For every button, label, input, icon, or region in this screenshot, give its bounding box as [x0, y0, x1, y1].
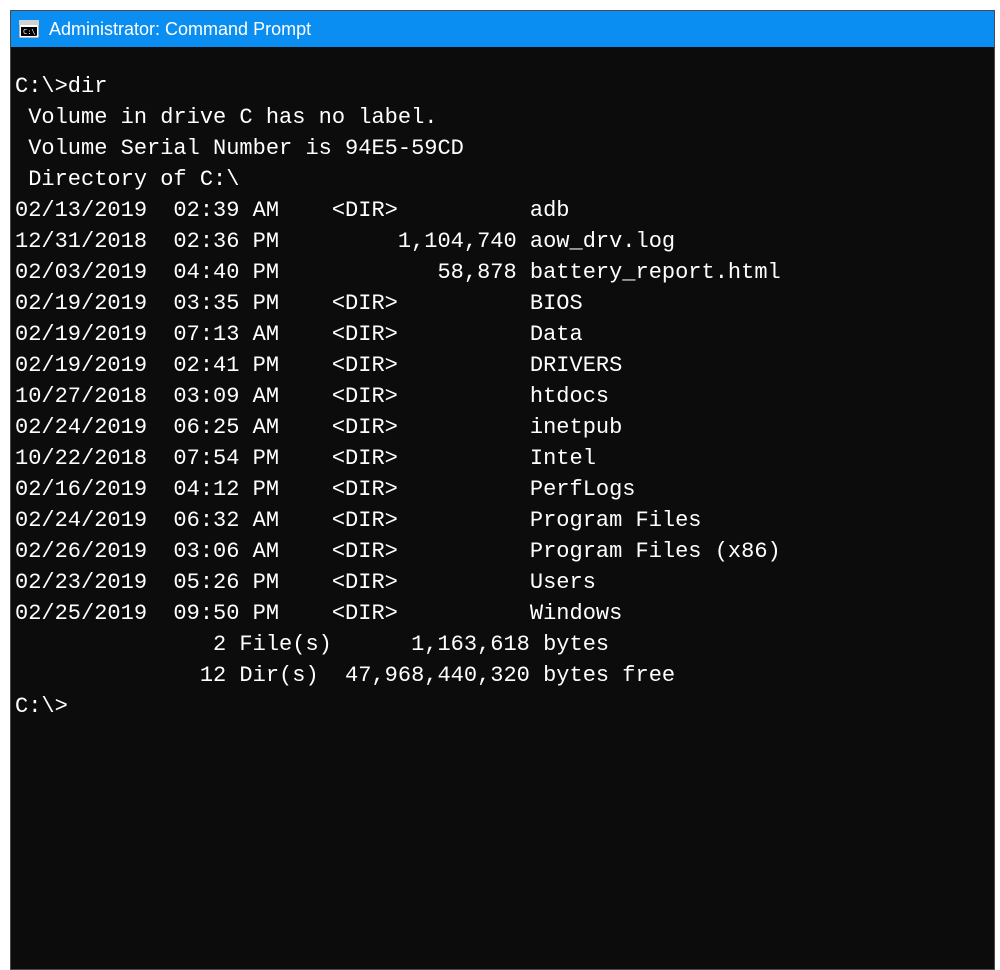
terminal-output[interactable]: C:\>dir Volume in drive C has no label. …	[11, 47, 994, 722]
terminal-line: 12/31/2018 02:36 PM 1,104,740 aow_drv.lo…	[11, 226, 994, 257]
terminal-line: C:\>dir	[11, 71, 994, 102]
terminal-line: 02/19/2019 03:35 PM <DIR> BIOS	[11, 288, 994, 319]
terminal-line: Volume in drive C has no label.	[11, 102, 994, 133]
terminal-line: 02/13/2019 02:39 AM <DIR> adb	[11, 195, 994, 226]
terminal-line: 10/22/2018 07:54 PM <DIR> Intel	[11, 443, 994, 474]
terminal-line: 02/26/2019 03:06 AM <DIR> Program Files …	[11, 536, 994, 567]
terminal-line: 02/24/2019 06:32 AM <DIR> Program Files	[11, 505, 994, 536]
terminal-line: Volume Serial Number is 94E5-59CD	[11, 133, 994, 164]
terminal-line: 02/25/2019 09:50 PM <DIR> Windows	[11, 598, 994, 629]
window-title: Administrator: Command Prompt	[49, 19, 311, 40]
command-prompt-window: C:\_ Administrator: Command Prompt C:\>d…	[10, 10, 995, 970]
terminal-line: Directory of C:\	[11, 164, 994, 195]
terminal-line: 02/03/2019 04:40 PM 58,878 battery_repor…	[11, 257, 994, 288]
terminal-line: 02/24/2019 06:25 AM <DIR> inetpub	[11, 412, 994, 443]
terminal-line: 10/27/2018 03:09 AM <DIR> htdocs	[11, 381, 994, 412]
terminal-line: 12 Dir(s) 47,968,440,320 bytes free	[11, 660, 994, 691]
terminal-line: 2 File(s) 1,163,618 bytes	[11, 629, 994, 660]
terminal-line: C:\>	[11, 691, 994, 722]
titlebar[interactable]: C:\_ Administrator: Command Prompt	[11, 11, 994, 47]
terminal-line: 02/19/2019 07:13 AM <DIR> Data	[11, 319, 994, 350]
svg-text:C:\_: C:\_	[23, 28, 39, 36]
terminal-line: 02/19/2019 02:41 PM <DIR> DRIVERS	[11, 350, 994, 381]
cmd-icon: C:\_	[19, 20, 39, 38]
terminal-line: 02/16/2019 04:12 PM <DIR> PerfLogs	[11, 474, 994, 505]
terminal-line: 02/23/2019 05:26 PM <DIR> Users	[11, 567, 994, 598]
